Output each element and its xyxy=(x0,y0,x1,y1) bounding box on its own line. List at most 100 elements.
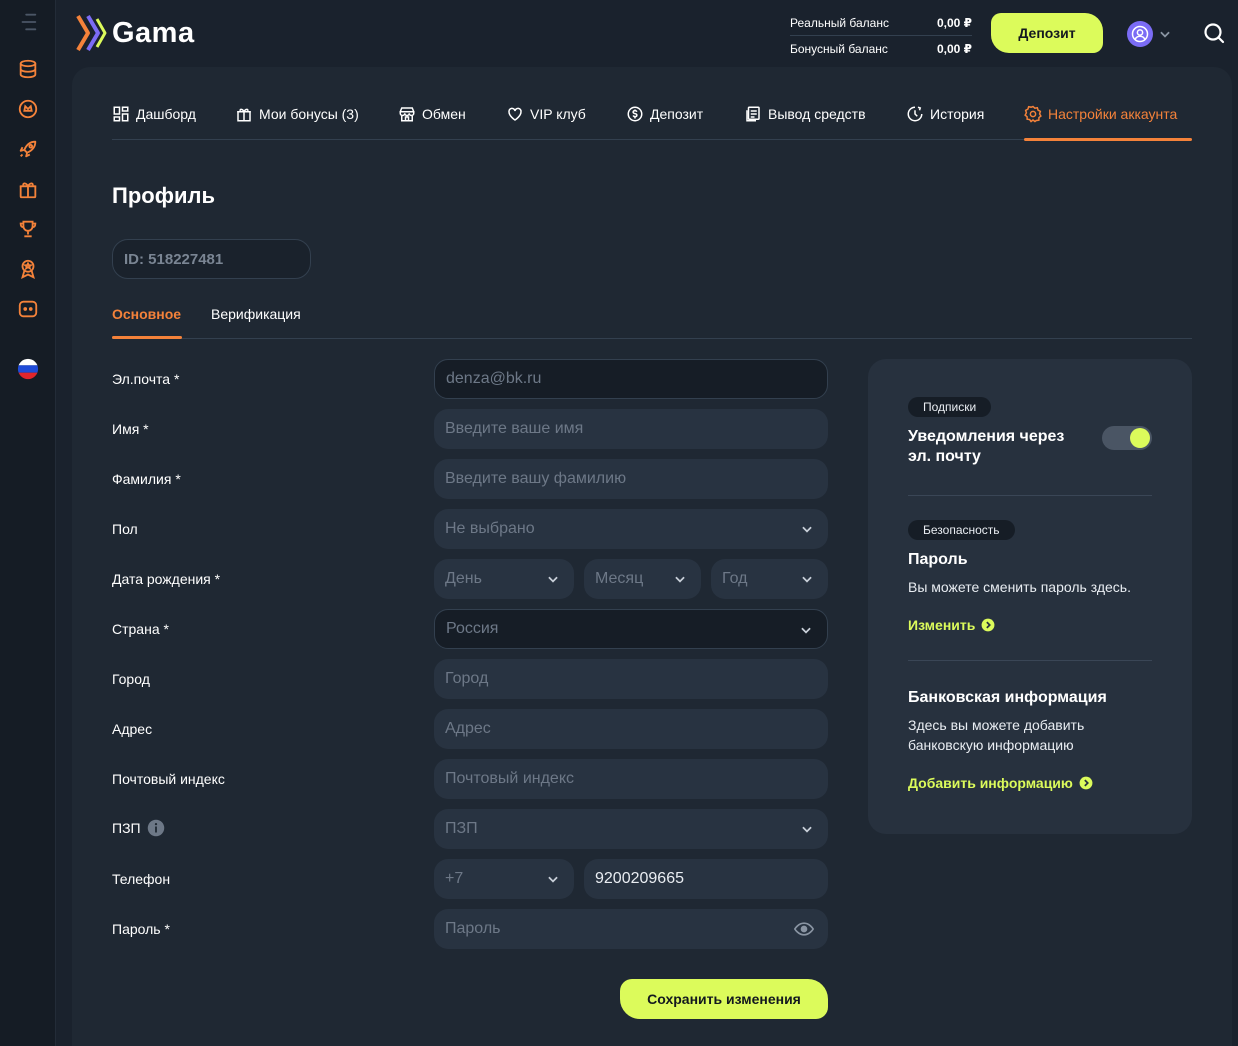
real-balance: Реальный баланс 0,00 ₽ xyxy=(790,10,972,36)
tab-label: Обмен xyxy=(422,106,466,122)
search-icon[interactable] xyxy=(1202,21,1226,45)
tab-label: Настройки аккаунта xyxy=(1048,106,1178,122)
tab-label: Мои бонусы (3) xyxy=(259,106,359,122)
account-nav: Дашборд Мои бонусы (3) Обмен VIP клуб Де… xyxy=(112,88,1192,141)
bonus-balance-label: Бонусный баланс xyxy=(790,42,888,56)
chevron-down-icon xyxy=(801,627,811,634)
chevron-down-icon xyxy=(548,876,558,883)
save-button[interactable]: Сохранить изменения xyxy=(620,979,828,1019)
gender-value: Не выбрано xyxy=(445,520,535,537)
tab-withdraw[interactable]: Вывод средств xyxy=(744,88,866,140)
chevron-down-icon xyxy=(802,826,812,833)
logo-text: Gama xyxy=(112,16,195,49)
tab-label: История xyxy=(930,106,985,122)
tab-history[interactable]: История xyxy=(906,88,984,140)
tab-vip[interactable]: VIP клуб xyxy=(506,88,586,140)
tab-dashboard[interactable]: Дашборд xyxy=(112,88,196,140)
history-icon xyxy=(907,106,923,122)
password-label: Пароль * xyxy=(112,921,170,937)
birth-day-select[interactable]: День xyxy=(434,559,574,599)
gender-select[interactable]: Не выбрано xyxy=(434,509,828,549)
arrow-right-circle-icon xyxy=(1079,776,1093,790)
user-id: ID: 518227481 xyxy=(112,239,311,279)
eye-icon[interactable] xyxy=(794,920,814,938)
password-title: Пароль xyxy=(908,551,968,568)
bonus-balance-value: 0,00 ₽ xyxy=(936,42,972,56)
pzp-select[interactable]: ПЗП xyxy=(434,809,828,849)
phone-label: Телефон xyxy=(112,871,171,887)
logo[interactable]: Gama xyxy=(76,14,195,52)
pzp-value: ПЗП xyxy=(445,820,478,837)
security-chip: Безопасность xyxy=(908,520,1015,540)
tab-account-settings[interactable]: Настройки аккаунта xyxy=(1024,88,1192,141)
first-name-input[interactable]: Введите ваше имя xyxy=(434,409,828,449)
country-select[interactable]: Россия xyxy=(434,609,828,649)
crown-coin-icon[interactable] xyxy=(16,97,40,121)
last-name-input[interactable]: Введите вашу фамилию xyxy=(434,459,828,499)
chevron-down-icon xyxy=(802,526,812,533)
tab-bonuses[interactable]: Мои бонусы (3) xyxy=(235,88,359,140)
subtab-main[interactable]: Основное xyxy=(112,290,182,339)
profile-subtabs: Основное Верификация xyxy=(112,290,1192,339)
medal-icon[interactable] xyxy=(16,257,40,281)
tab-label: VIP клуб xyxy=(530,106,586,122)
tab-exchange[interactable]: Обмен xyxy=(398,88,466,140)
birth-date-label: Дата рождения * xyxy=(112,571,221,587)
password-text: Вы можете сменить пароль здесь. xyxy=(908,579,1131,595)
chevron-down-icon[interactable] xyxy=(1158,27,1172,41)
zip-input[interactable]: Почтовый индекс xyxy=(434,759,828,799)
subscriptions-chip: Подписки xyxy=(908,397,992,417)
tab-label: Вывод средств xyxy=(768,106,866,122)
add-bank-info-label: Добавить информацию xyxy=(908,775,1073,791)
pzp-label-text: ПЗП xyxy=(112,820,141,836)
real-balance-label: Реальный баланс xyxy=(790,15,889,30)
email-field[interactable]: denza@bk.ru xyxy=(434,359,828,399)
change-password-label: Изменить xyxy=(908,617,976,633)
address-label: Адрес xyxy=(112,721,153,737)
birth-year-select[interactable]: Год xyxy=(711,559,828,599)
email-label: Эл.почта * xyxy=(112,371,180,387)
add-bank-info-link[interactable]: Добавить информацию xyxy=(908,775,1093,791)
tab-deposit[interactable]: Депозит xyxy=(626,88,703,140)
subtab-verification[interactable]: Верификация xyxy=(211,290,301,338)
change-password-link[interactable]: Изменить xyxy=(908,617,995,633)
notifications-title: Уведомления через эл. почту xyxy=(908,428,1065,465)
dashboard-icon xyxy=(113,106,129,122)
trophy-icon[interactable] xyxy=(16,217,40,241)
address-input[interactable]: Адрес xyxy=(434,709,828,749)
city-input[interactable]: Город xyxy=(434,659,828,699)
chevron-down-icon xyxy=(548,576,558,583)
avatar[interactable] xyxy=(1127,21,1153,47)
info-icon[interactable] xyxy=(147,819,165,837)
bank-info-title: Банковская информация xyxy=(908,689,1107,706)
chevron-down-icon xyxy=(802,576,812,583)
country-value: Россия xyxy=(446,620,499,637)
zip-label: Почтовый индекс xyxy=(112,771,225,787)
password-input[interactable]: Пароль xyxy=(434,909,828,949)
birth-month-value: Месяц xyxy=(595,570,644,587)
email-notifications-toggle[interactable] xyxy=(1102,426,1152,450)
real-balance-value: 0,00 ₽ xyxy=(936,15,972,30)
rocket-icon[interactable] xyxy=(16,137,40,161)
card-divider xyxy=(908,495,1152,496)
country-label: Страна * xyxy=(112,621,169,637)
sidebar xyxy=(0,0,56,1046)
russian-flag-icon[interactable] xyxy=(16,357,40,381)
gift-icon xyxy=(237,108,251,122)
card-divider xyxy=(908,660,1152,661)
chat-icon[interactable] xyxy=(16,297,40,321)
menu-icon[interactable] xyxy=(16,10,40,34)
toggle-knob xyxy=(1130,428,1150,448)
phone-number-input[interactable]: 9200209665 xyxy=(584,859,828,899)
gift-icon[interactable] xyxy=(16,177,40,201)
phone-code-select[interactable]: +7 xyxy=(434,859,574,899)
page-title: Профиль xyxy=(112,183,215,208)
database-icon[interactable] xyxy=(16,57,40,81)
balances: Реальный баланс 0,00 ₽ Бонусный баланс 0… xyxy=(790,10,972,62)
phone-code-value: +7 xyxy=(445,870,464,887)
deposit-button[interactable]: Депозит xyxy=(991,13,1103,53)
birth-month-select[interactable]: Месяц xyxy=(584,559,701,599)
city-label: Город xyxy=(112,671,150,687)
user-icon xyxy=(1131,25,1149,43)
gender-label: Пол xyxy=(112,521,138,537)
